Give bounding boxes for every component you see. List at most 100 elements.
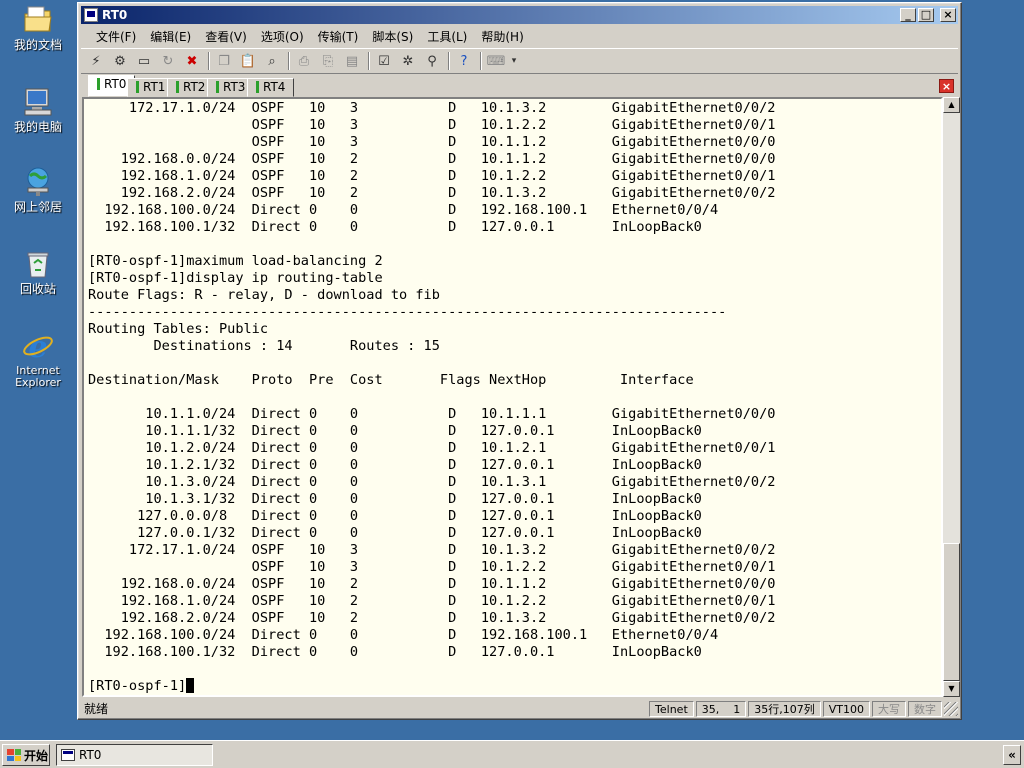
windows-logo-icon xyxy=(7,749,21,761)
disconnect-icon[interactable]: ✖ xyxy=(181,51,203,71)
status-protocol: Telnet xyxy=(649,700,694,717)
desktop-icon-internet-explorer[interactable]: e Internet Explorer xyxy=(6,330,70,389)
status-ready: 就绪 xyxy=(84,702,109,716)
terminal-line: OSPF 10 3 D 10.1.2.2 GigabitEthernet0/0/… xyxy=(88,559,776,575)
taskbar-item-label: RT0 xyxy=(79,748,102,762)
session-tabs: RT0 RT1 RT2 RT3 RT4 × xyxy=(81,75,958,97)
scroll-thumb[interactable] xyxy=(943,543,960,681)
start-label: 开始 xyxy=(24,748,49,763)
terminal-app-icon xyxy=(84,8,98,22)
taskbar: 开始 RT0 « xyxy=(0,740,1024,768)
tray-expand-button[interactable]: « xyxy=(1003,745,1021,765)
menu-tools[interactable]: 工具(L) xyxy=(420,28,474,45)
vertical-scrollbar[interactable]: ▲ ▼ xyxy=(943,97,960,697)
desktop-icon-label: Internet Explorer xyxy=(15,364,61,389)
menu-file[interactable]: 文件(F) xyxy=(89,28,143,45)
desktop-icon-my-computer[interactable]: 我的电脑 xyxy=(6,86,70,134)
desktop-icon-label: 我的电脑 xyxy=(13,120,62,134)
window-title: RT0 xyxy=(102,8,128,22)
reconnect-icon[interactable]: ↻ xyxy=(157,51,179,71)
menu-script[interactable]: 脚本(S) xyxy=(365,28,420,45)
paste-icon[interactable]: 📋 xyxy=(237,51,259,71)
close-button[interactable]: × xyxy=(940,8,956,22)
global-options-icon[interactable]: ✲ xyxy=(397,51,419,71)
session-status-icon xyxy=(97,78,100,90)
taskbar-item-rt0[interactable]: RT0 xyxy=(56,744,213,766)
terminal-line: 192.168.0.0/24 OSPF 10 2 D 10.1.1.2 Giga… xyxy=(88,576,776,592)
session-status-icon xyxy=(256,81,259,93)
start-button[interactable]: 开始 xyxy=(2,744,50,766)
terminal-line: 127.0.0.0/8 Direct 0 0 D 127.0.0.1 InLoo… xyxy=(88,508,702,524)
print-selection-icon[interactable]: ⎘ xyxy=(317,51,339,71)
terminal-line: [RT0-ospf-1]display ip routing-table xyxy=(88,270,383,286)
securecrt-window: RT0 _ □ × 文件(F) 编辑(E) 查看(V) 选项(O) 传输(T) … xyxy=(77,2,962,720)
network-icon xyxy=(22,166,54,198)
maximize-button[interactable]: □ xyxy=(918,8,934,22)
print-icon[interactable]: ⎙ xyxy=(293,51,315,71)
svg-text:e: e xyxy=(28,330,47,362)
desktop-icon-recycle-bin[interactable]: 回收站 xyxy=(6,248,70,296)
folder-documents-icon xyxy=(22,4,54,36)
terminal-prompt: [RT0-ospf-1] xyxy=(88,678,775,695)
recycle-bin-icon xyxy=(22,248,54,280)
copy-icon[interactable]: ❐ xyxy=(213,51,235,71)
connect-icon[interactable]: ⚡ xyxy=(85,51,107,71)
status-emulation: VT100 xyxy=(822,700,870,717)
help-icon[interactable]: ? xyxy=(453,51,475,71)
desktop-icon-my-documents[interactable]: 我的文档 xyxy=(6,4,70,52)
status-caps-lock: 大写 xyxy=(872,700,906,717)
statusbar: 就绪 Telnet 35, 1 35行,107列 VT100 大写 数字 xyxy=(81,699,958,718)
session-status-icon xyxy=(136,81,139,93)
terminal-line: [RT0-ospf-1]maximum load-balancing 2 xyxy=(88,253,383,269)
menu-view[interactable]: 查看(V) xyxy=(198,28,254,45)
menu-transfer[interactable]: 传输(T) xyxy=(311,28,366,45)
connect-in-tab-icon[interactable]: ▭ xyxy=(133,51,155,71)
toolbar-overflow-icon[interactable]: ▾ xyxy=(509,51,519,71)
status-terminal-size: 35行,107列 xyxy=(748,700,821,717)
internet-explorer-icon: e xyxy=(22,330,54,365)
window-titlebar[interactable]: RT0 _ □ × xyxy=(81,6,958,24)
menu-options[interactable]: 选项(O) xyxy=(254,28,311,45)
session-options-icon[interactable]: ☑ xyxy=(373,51,395,71)
menubar: 文件(F) 编辑(E) 查看(V) 选项(O) 传输(T) 脚本(S) 工具(L… xyxy=(81,26,958,46)
desktop-icon-label: 我的文档 xyxy=(13,38,62,52)
close-tab-button[interactable]: × xyxy=(939,79,954,93)
minimize-button[interactable]: _ xyxy=(900,8,916,22)
terminal-line: Destination/Mask Proto Pre Cost Flags Ne… xyxy=(88,372,694,388)
terminal-line: 192.168.100.0/24 Direct 0 0 D 192.168.10… xyxy=(88,627,719,643)
tab-rt4[interactable]: RT4 xyxy=(247,78,295,97)
terminal-line: 10.1.1.0/24 Direct 0 0 D 10.1.1.1 Gigabi… xyxy=(88,406,776,422)
print-screen-icon[interactable]: ▤ xyxy=(341,51,363,71)
desktop-icon-label: 回收站 xyxy=(19,282,56,296)
keyboard-icon[interactable]: ⌨ xyxy=(485,51,507,71)
terminal-line: ----------------------------------------… xyxy=(88,304,727,320)
terminal-line: 192.168.100.1/32 Direct 0 0 D 127.0.0.1 … xyxy=(88,219,702,235)
terminal-line: 10.1.3.0/24 Direct 0 0 D 10.1.3.1 Gigabi… xyxy=(88,474,776,490)
terminal-line: 192.168.0.0/24 OSPF 10 2 D 10.1.1.2 Giga… xyxy=(88,151,776,167)
resize-grip-icon[interactable] xyxy=(944,701,958,716)
terminal-line: 192.168.2.0/24 OSPF 10 2 D 10.1.3.2 Giga… xyxy=(88,610,776,626)
terminal-line: 10.1.1.1/32 Direct 0 0 D 127.0.0.1 InLoo… xyxy=(88,423,702,439)
keymap-icon[interactable]: ⚲ xyxy=(421,51,443,71)
desktop-icon-network[interactable]: 网上邻居 xyxy=(6,166,70,214)
menu-help[interactable]: 帮助(H) xyxy=(474,28,530,45)
terminal-line: Route Flags: R - relay, D - download to … xyxy=(88,287,440,303)
scroll-down-icon[interactable]: ▼ xyxy=(943,681,960,697)
terminal-line: 192.168.1.0/24 OSPF 10 2 D 10.1.2.2 Giga… xyxy=(88,593,776,609)
terminal-output[interactable]: 172.17.1.0/24 OSPF 10 3 D 10.1.3.2 Gigab… xyxy=(82,97,943,697)
terminal-line: 192.168.1.0/24 OSPF 10 2 D 10.1.2.2 Giga… xyxy=(88,168,776,184)
quick-connect-icon[interactable]: ⚙ xyxy=(109,51,131,71)
scroll-up-icon[interactable]: ▲ xyxy=(943,97,960,113)
find-icon[interactable]: ⌕ xyxy=(261,51,283,71)
status-num-lock: 数字 xyxy=(908,700,942,717)
terminal-line: Destinations : 14 Routes : 15 xyxy=(88,338,440,354)
terminal-line: 172.17.1.0/24 OSPF 10 3 D 10.1.3.2 Gigab… xyxy=(88,100,776,116)
terminal-line: Routing Tables: Public xyxy=(88,321,269,337)
menu-edit[interactable]: 编辑(E) xyxy=(143,28,198,45)
session-status-icon xyxy=(176,81,179,93)
terminal-line: 192.168.2.0/24 OSPF 10 2 D 10.1.3.2 Giga… xyxy=(88,185,776,201)
terminal-text: 172.17.1.0/24 OSPF 10 3 D 10.1.3.2 Gigab… xyxy=(88,100,775,695)
computer-icon xyxy=(22,86,54,118)
